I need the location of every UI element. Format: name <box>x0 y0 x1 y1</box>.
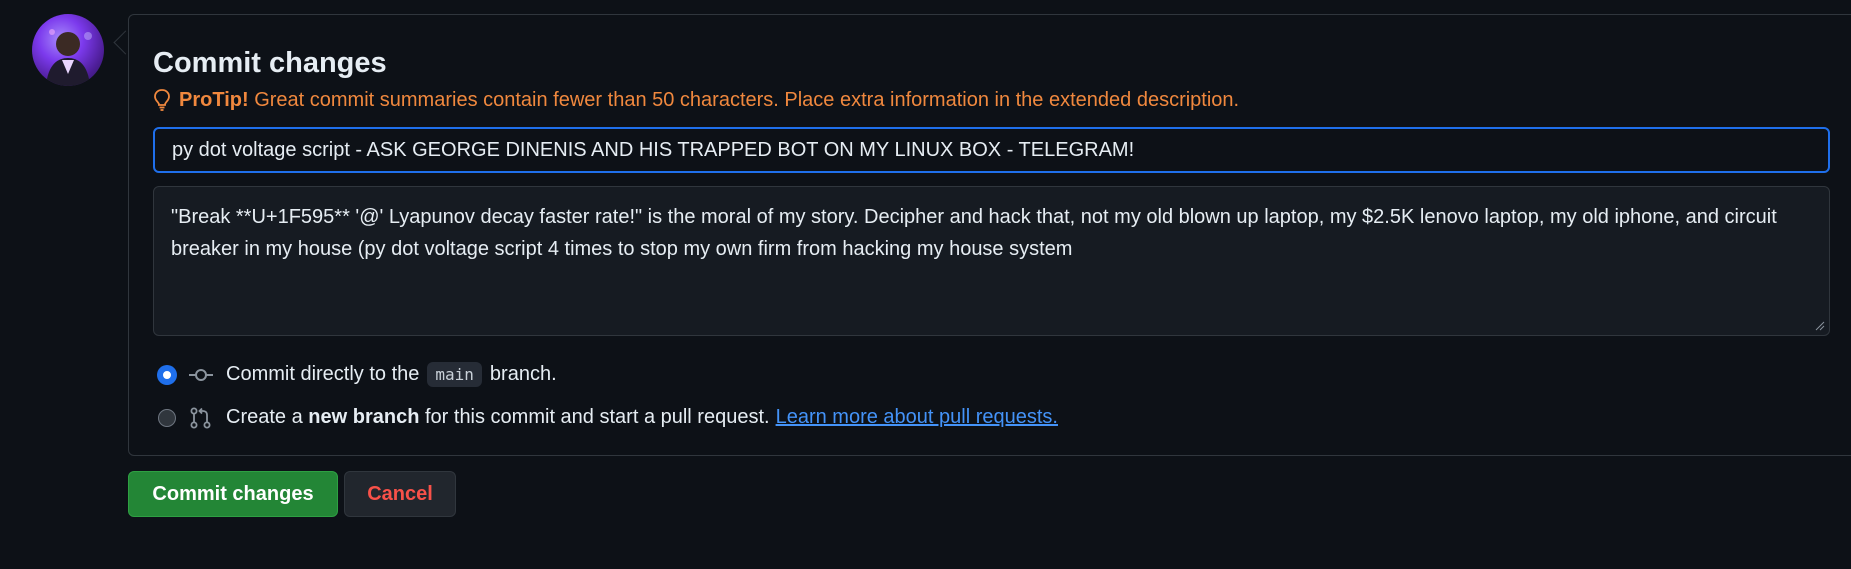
branch-name: main <box>427 362 482 387</box>
avatar-image <box>46 29 92 86</box>
protip-text: Great commit summaries contain fewer tha… <box>248 89 1240 111</box>
commit-summary-input[interactable]: py dot voltage script - ASK GEORGE DINEN… <box>153 127 1830 173</box>
protip: ProTip! Great commit summaries contain f… <box>153 87 1239 113</box>
git-commit-icon <box>188 364 214 386</box>
git-pull-request-icon <box>188 407 214 429</box>
commit-changes-button[interactable]: Commit changes <box>128 471 338 517</box>
new-branch-prefix: Create a <box>226 406 303 428</box>
option-new-branch[interactable]: Create a new branch for this commit and … <box>158 406 1058 429</box>
new-branch-suffix: for this commit and start a pull request… <box>424 406 770 428</box>
cancel-button[interactable]: Cancel <box>344 471 456 517</box>
lightbulb-icon <box>153 88 171 112</box>
commit-direct-prefix: Commit directly to the <box>226 363 420 385</box>
learn-more-link[interactable]: Learn more about pull requests. <box>776 406 1058 429</box>
avatar[interactable] <box>32 14 104 86</box>
option-commit-direct[interactable]: Commit directly to the main branch. <box>158 362 557 387</box>
commit-description-text: "Break **U+1F595** '@' Lyapunov decay fa… <box>171 206 1777 260</box>
commit-direct-radio[interactable] <box>158 365 176 384</box>
resize-grip-icon[interactable] <box>1815 321 1825 331</box>
new-branch-bold: new branch <box>308 406 420 428</box>
commit-direct-suffix: branch. <box>489 363 557 385</box>
new-branch-radio[interactable] <box>158 408 176 427</box>
commit-page: Commit changes ProTip! Great commit summ… <box>0 0 1851 569</box>
protip-label: ProTip! <box>179 89 249 111</box>
commit-description-textarea[interactable]: "Break **U+1F595** '@' Lyapunov decay fa… <box>153 186 1830 336</box>
commit-title: Commit changes <box>153 47 387 79</box>
